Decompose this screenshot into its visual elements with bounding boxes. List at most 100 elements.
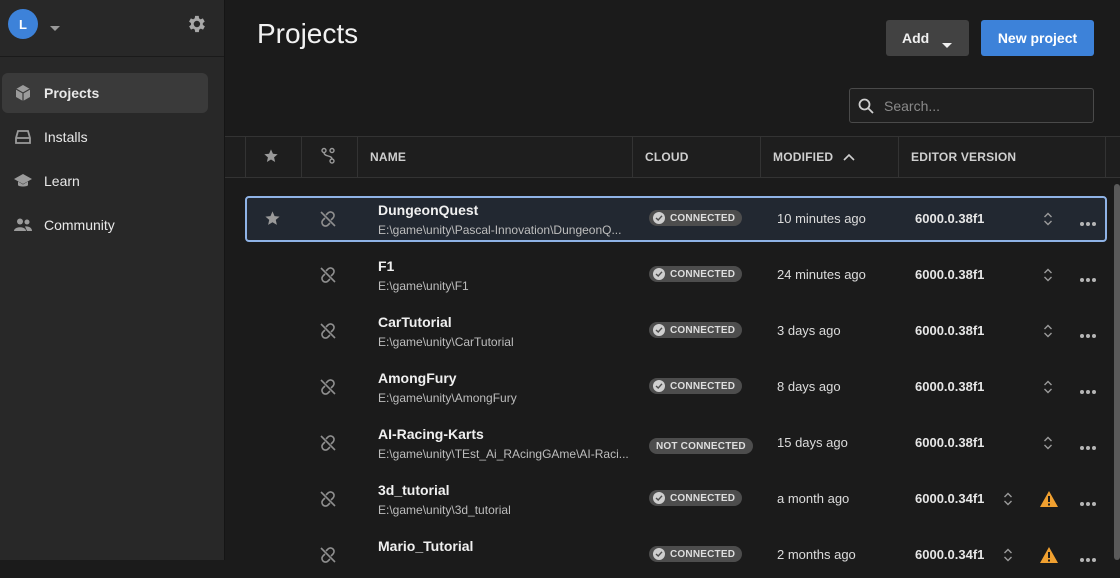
- check-circle-icon: [653, 380, 665, 392]
- star-column-header[interactable]: [263, 137, 279, 177]
- project-name[interactable]: AI-Racing-Karts: [378, 426, 484, 442]
- project-name[interactable]: AmongFury: [378, 370, 457, 386]
- unlinked-icon[interactable]: [319, 378, 337, 399]
- avatar-initial: L: [19, 16, 27, 32]
- project-name[interactable]: 3d_tutorial: [378, 482, 450, 498]
- project-path: E:\game\unity\AmongFury: [378, 391, 517, 405]
- add-button-label: Add: [902, 30, 930, 46]
- graduation-cap-icon: [2, 172, 44, 190]
- table-row[interactable]: AI-Racing-Karts E:\game\unity\TEst_Ai_RAc…: [245, 420, 1107, 466]
- cloud-status-badge: CONNECTED: [649, 490, 743, 506]
- column-divider: [357, 137, 358, 177]
- sidebar: L Projects Installs Learn Community: [0, 0, 225, 560]
- chevron-down-icon[interactable]: [49, 20, 61, 36]
- main-panel: Projects Add New project NAME CLOUD: [225, 0, 1120, 563]
- column-divider: [1105, 137, 1106, 177]
- cloud-status-badge: CONNECTED: [649, 210, 743, 226]
- version-select-icon[interactable]: [1043, 323, 1053, 342]
- cloud-status-label: NOT CONNECTED: [656, 440, 746, 452]
- star-icon: [263, 148, 279, 167]
- warning-icon[interactable]: [1039, 546, 1059, 567]
- version-select-icon[interactable]: [1043, 379, 1053, 398]
- more-options-icon[interactable]: [1079, 270, 1097, 286]
- modified-time: 15 days ago: [777, 435, 848, 450]
- check-circle-icon: [653, 324, 665, 336]
- version-control-column-header[interactable]: [320, 137, 338, 177]
- more-options-icon[interactable]: [1079, 494, 1097, 510]
- modified-label: MODIFIED: [773, 150, 834, 164]
- gear-icon[interactable]: [185, 13, 207, 38]
- check-circle-icon: [653, 492, 665, 504]
- more-options-icon[interactable]: [1079, 550, 1097, 566]
- more-options-icon[interactable]: [1079, 438, 1097, 454]
- version-select-icon[interactable]: [1043, 435, 1053, 454]
- project-path: E:\game\unity\TEst_Ai_RAcingGAme\AI-Raci…: [378, 447, 629, 461]
- sidebar-item-projects[interactable]: Projects: [2, 73, 208, 113]
- table-row[interactable]: F1 E:\game\unity\F1 CONNECTED 24 minutes ag…: [245, 252, 1107, 298]
- unlinked-icon[interactable]: [319, 490, 337, 511]
- column-divider: [632, 137, 633, 177]
- more-options-icon[interactable]: [1079, 326, 1097, 342]
- cloud-status-badge: CONNECTED: [649, 322, 743, 338]
- star-icon[interactable]: [264, 210, 281, 230]
- search-icon: [850, 98, 882, 114]
- editor-version: 6000.0.38f1: [915, 435, 985, 450]
- modified-time: 8 days ago: [777, 379, 841, 394]
- cloud-column-header[interactable]: CLOUD: [645, 137, 689, 177]
- project-name[interactable]: Mario_Tutorial: [378, 538, 473, 554]
- project-path: E:\game\unity\3d_tutorial: [378, 503, 511, 517]
- table-row[interactable]: DungeonQuest E:\game\unity\Pascal-Innovat…: [245, 196, 1107, 242]
- cloud-status-label: CONNECTED: [670, 548, 736, 560]
- table-row[interactable]: 3d_tutorial E:\game\unity\3d_tutorial CONN…: [245, 476, 1107, 522]
- unlinked-icon[interactable]: [319, 266, 337, 287]
- new-project-button[interactable]: New project: [981, 20, 1094, 56]
- project-name[interactable]: CarTutorial: [378, 314, 452, 330]
- sidebar-item-label: Learn: [44, 173, 80, 189]
- project-name[interactable]: DungeonQuest: [378, 202, 478, 218]
- sidebar-item-learn[interactable]: Learn: [2, 161, 208, 201]
- modified-time: 24 minutes ago: [777, 267, 866, 282]
- column-divider: [245, 137, 246, 177]
- unlinked-icon[interactable]: [319, 434, 337, 455]
- unlinked-icon[interactable]: [319, 546, 337, 567]
- sidebar-item-installs[interactable]: Installs: [2, 117, 208, 157]
- table-row[interactable]: AmongFury E:\game\unity\AmongFury CONNECTE…: [245, 364, 1107, 410]
- sidebar-item-label: Community: [44, 217, 115, 233]
- cloud-status-label: CONNECTED: [670, 268, 736, 280]
- more-options-icon[interactable]: [1079, 382, 1097, 398]
- version-select-icon[interactable]: [1043, 267, 1053, 286]
- search-input[interactable]: [882, 96, 1086, 115]
- sidebar-item-label: Projects: [44, 85, 100, 101]
- project-path: E:\game\unity\CarTutorial: [378, 335, 514, 349]
- avatar[interactable]: L: [8, 9, 38, 39]
- project-name[interactable]: F1: [378, 258, 394, 274]
- version-select-icon[interactable]: [1003, 547, 1013, 566]
- cloud-status-label: CONNECTED: [670, 324, 736, 336]
- unlinked-icon[interactable]: [319, 322, 337, 343]
- chevron-down-icon: [942, 36, 952, 52]
- table-row[interactable]: CarTutorial E:\game\unity\CarTutorial CONN…: [245, 308, 1107, 354]
- sidebar-item-label: Installs: [44, 129, 88, 145]
- add-button[interactable]: Add: [886, 20, 969, 56]
- sidebar-item-community[interactable]: Community: [2, 205, 208, 245]
- version-select-icon[interactable]: [1003, 491, 1013, 510]
- unlinked-icon[interactable]: [319, 210, 337, 231]
- cloud-status-label: CONNECTED: [670, 380, 736, 392]
- editor-version: 6000.0.38f1: [915, 379, 985, 394]
- modified-time: 10 minutes ago: [777, 211, 866, 226]
- version-select-icon[interactable]: [1043, 211, 1053, 230]
- more-options-icon[interactable]: [1079, 214, 1097, 230]
- scrollbar[interactable]: [1114, 184, 1120, 560]
- editor-version: 6000.0.34f1: [915, 491, 985, 506]
- column-divider: [760, 137, 761, 177]
- table-row[interactable]: Mario_Tutorial CONNECTED 2 months ago 6000.…: [245, 532, 1107, 578]
- editor-version-column-header[interactable]: EDITOR VERSION: [911, 137, 1016, 177]
- warning-icon[interactable]: [1039, 490, 1059, 511]
- cube-icon: [2, 84, 44, 102]
- name-column-header[interactable]: NAME: [370, 137, 406, 177]
- editor-version: 6000.0.38f1: [915, 267, 985, 282]
- drive-icon: [2, 128, 44, 146]
- modified-column-header[interactable]: MODIFIED: [773, 137, 855, 177]
- modified-time: 3 days ago: [777, 323, 841, 338]
- search-field[interactable]: [849, 88, 1094, 123]
